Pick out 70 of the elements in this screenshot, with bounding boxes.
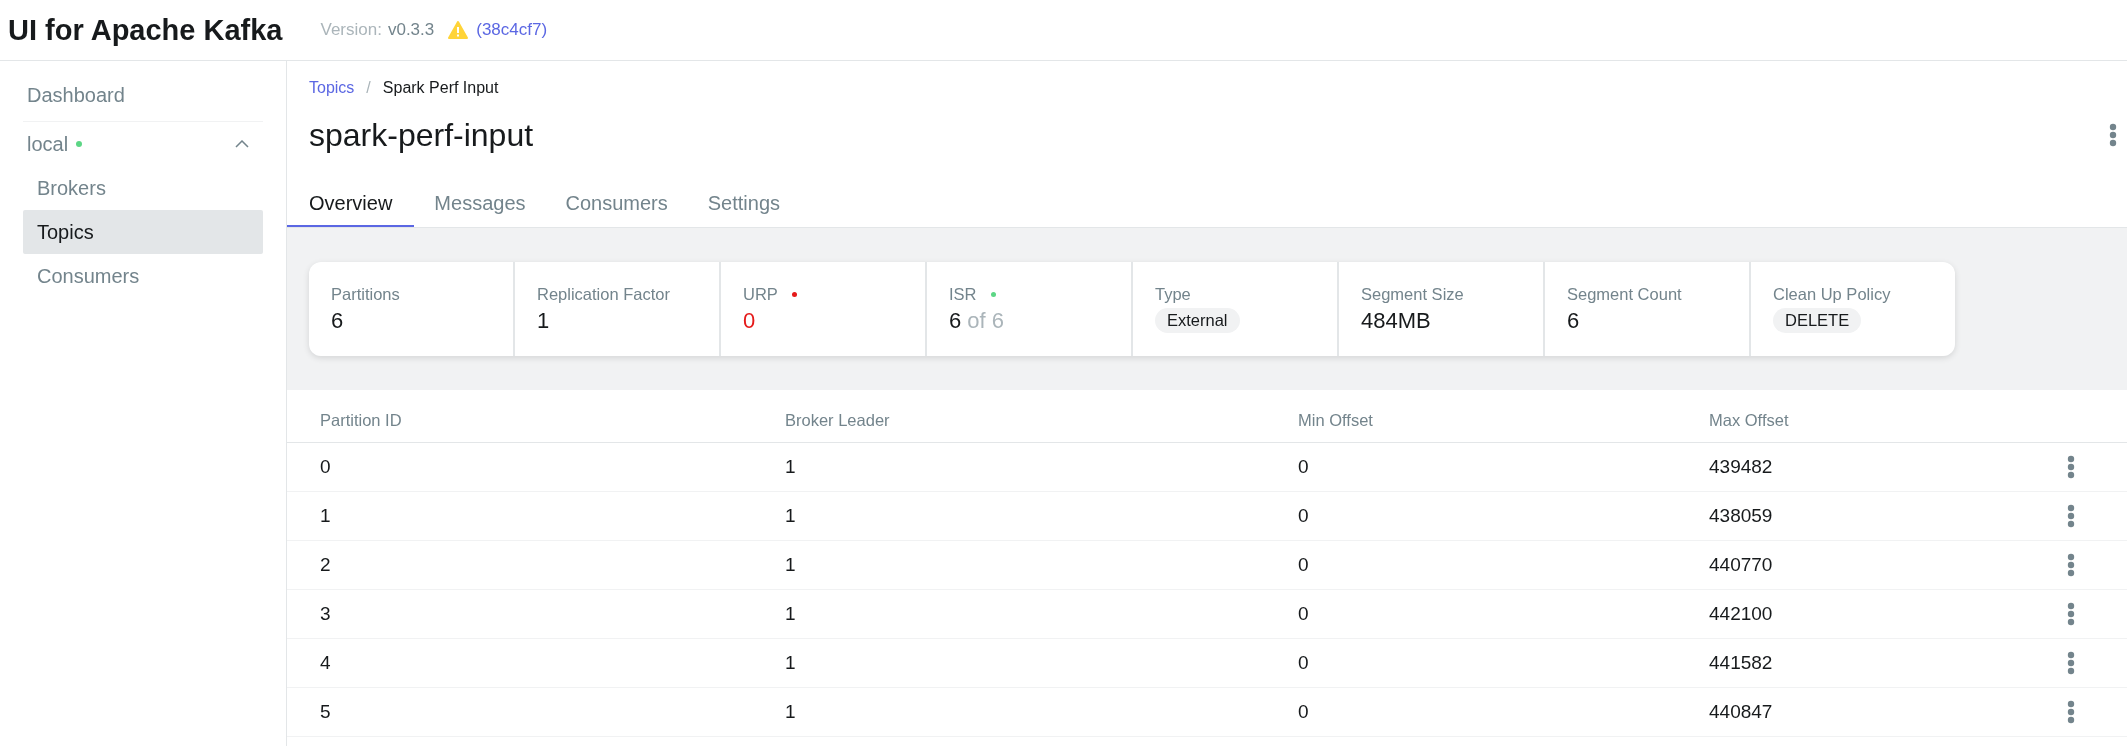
tab[interactable]: Consumers	[545, 181, 688, 227]
type-tag: External	[1155, 308, 1240, 333]
column-header: Broker Leader	[785, 410, 891, 430]
stat-value: 484MB	[1361, 307, 1432, 334]
table-cell-text: 1	[785, 701, 797, 723]
column-header: Max Offset	[1709, 410, 1790, 430]
stat-label: Partitions	[331, 284, 400, 304]
row-menu-icon[interactable]	[2067, 602, 2075, 626]
sidebar-item[interactable]: Consumers	[23, 254, 263, 298]
stat-value: 1	[537, 307, 551, 334]
table-cell-text: 1	[785, 456, 797, 478]
stat-label: Replication Factor	[537, 284, 670, 304]
row-menu-icon[interactable]	[2067, 700, 2075, 724]
page-title: spark-perf-input	[309, 116, 534, 154]
table-cell-text: 1	[785, 603, 797, 625]
stat-label: Segment Count	[1567, 284, 1682, 304]
table-cell-text: 442100	[1709, 603, 1774, 625]
tab[interactable]: Settings	[687, 181, 801, 227]
table-cell-text: 1	[320, 505, 332, 527]
table-cell-text: 439482	[1709, 456, 1774, 478]
type-tag: DELETE	[1773, 308, 1862, 333]
table-cell-text: 2	[320, 554, 332, 576]
table-cell-text: 0	[1298, 456, 1310, 478]
row-menu-icon[interactable]	[2067, 455, 2075, 479]
table-cell-text: 440847	[1709, 701, 1774, 723]
table-cell-text: 440770	[1709, 554, 1774, 576]
breadcrumb-separator: /	[366, 79, 371, 97]
version-label: Version:	[320, 20, 382, 40]
table-cell-text: 3	[320, 603, 332, 625]
stat-label: ISR	[949, 284, 977, 304]
stat-label: Type	[1155, 285, 1191, 304]
warning-icon	[448, 21, 469, 39]
stat-total: of 6	[967, 307, 1004, 334]
sidebar-item[interactable]: Topics	[23, 210, 263, 254]
table-cell-text: 4	[320, 652, 332, 674]
chevron-up-icon[interactable]	[235, 140, 249, 148]
table-cell-text: 1	[785, 652, 797, 674]
stat-value: 0	[743, 307, 757, 334]
stat-label: URP	[743, 284, 778, 304]
cluster-name[interactable]: local	[27, 132, 69, 156]
table-cell-text: 0	[1298, 652, 1310, 674]
table-cell-text: 0	[1298, 554, 1310, 576]
more-menu-icon[interactable]	[2109, 123, 2117, 147]
app-title: UI for Apache Kafka	[8, 13, 283, 47]
stat-value: 6	[1567, 307, 1581, 334]
table-cell-text: 0	[1298, 505, 1310, 527]
commit-link[interactable]: (38c4cf7)	[476, 20, 548, 40]
stat-value: 6	[949, 307, 962, 334]
stat-label: Clean Up Policy	[1773, 285, 1891, 304]
table-cell-text: 0	[1298, 603, 1310, 625]
stat-label: Segment Size	[1361, 284, 1464, 304]
table-cell-text: 438059	[1709, 505, 1774, 527]
row-menu-icon[interactable]	[2067, 553, 2075, 577]
table-cell-text: 1	[785, 554, 797, 576]
table-cell-text: 441582	[1709, 652, 1774, 674]
table-cell-text: 1	[785, 505, 797, 527]
row-menu-icon[interactable]	[2067, 651, 2075, 675]
row-menu-icon[interactable]	[2067, 504, 2075, 528]
sidebar-item[interactable]: Dashboard	[23, 73, 263, 117]
table-cell-text: 0	[1298, 701, 1310, 723]
tab[interactable]: Messages	[414, 181, 546, 227]
column-header: Min Offset	[1298, 410, 1374, 430]
version-number: v0.3.3	[387, 20, 435, 40]
breadcrumb-current: Spark Perf Input	[382, 79, 499, 97]
column-header: Partition ID	[320, 410, 403, 430]
table-cell-text: 0	[320, 456, 332, 478]
sidebar-item[interactable]: Brokers	[23, 166, 263, 210]
table-cell-text: 5	[320, 701, 332, 723]
stat-value: 6	[331, 307, 345, 334]
breadcrumb-link[interactable]: Topics	[309, 79, 355, 97]
